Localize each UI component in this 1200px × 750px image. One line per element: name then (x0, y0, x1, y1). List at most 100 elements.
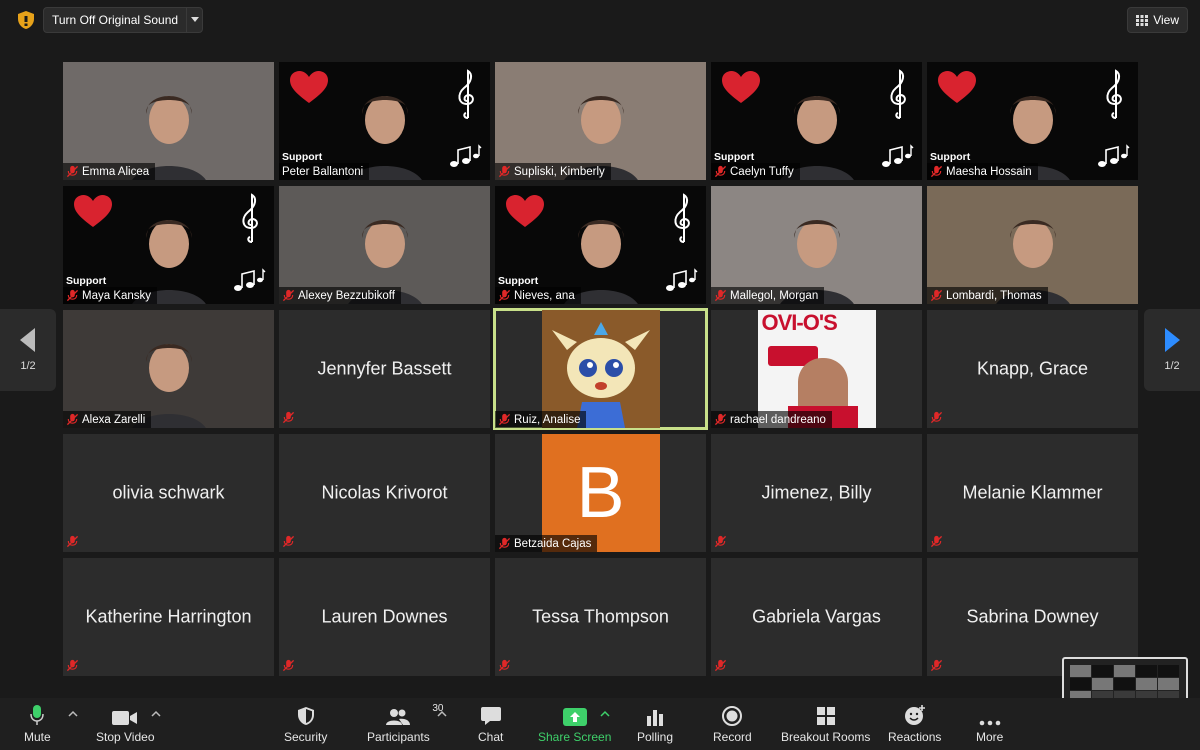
participant-name-tag: Emma Alicea (63, 163, 156, 180)
participant-tile-jimenez-billy[interactable]: Jimenez, Billy (711, 434, 922, 552)
participants-button[interactable]: 30 Participants (367, 703, 443, 744)
stop-video-button[interactable]: Stop Video (96, 704, 155, 744)
participant-name-tag: Caelyn Tuffy (711, 163, 800, 180)
participant-tile-melanie-klammer[interactable]: Melanie Klammer (927, 434, 1138, 552)
shield-icon[interactable] (16, 10, 36, 30)
muted-microphone-icon (66, 413, 79, 426)
muted-microphone-icon (714, 535, 728, 549)
participant-display-name: Jimenez, Billy (761, 482, 872, 503)
meeting-toolbar: Mute Stop Video Security 30 Participants… (0, 698, 1200, 750)
participant-tile-peter-ballantoni[interactable]: Support Peter Ballantoni (279, 62, 490, 180)
muted-microphone-icon (930, 289, 943, 302)
music-logo-heart (74, 195, 112, 227)
breakout-rooms-button[interactable]: Breakout Rooms (781, 704, 870, 744)
participant-name: Ruiz, Analise (514, 413, 581, 426)
participant-tile-lauren-downes[interactable]: Lauren Downes (279, 558, 490, 676)
muted-microphone-icon (498, 289, 511, 302)
participant-name: Nieves, ana (514, 289, 575, 302)
participant-tile-caelyn-tuffy[interactable]: Support Caelyn Tuffy (711, 62, 922, 180)
participant-name: Maya Kansky (82, 289, 152, 302)
original-sound-button[interactable]: Turn Off Original Sound (43, 7, 204, 33)
participant-name: Peter Ballantoni (282, 165, 364, 178)
polling-label: Polling (637, 730, 674, 744)
avatar-letter: B (576, 453, 625, 533)
chevron-up-icon[interactable] (437, 710, 447, 718)
record-button[interactable]: Record (713, 704, 752, 744)
participant-tile-rachael-dandreano[interactable]: OVI-O'S rachael dandreano (711, 310, 922, 428)
participant-tile-nieves-ana[interactable]: Support Nieves, ana (495, 186, 706, 304)
arrow-left-icon (20, 328, 35, 352)
participant-display-name: Knapp, Grace (976, 358, 1089, 379)
participant-tile-nicolas-krivorot[interactable]: Nicolas Krivorot (279, 434, 490, 552)
muted-microphone-icon (498, 165, 511, 178)
participant-tile-knapp-grace[interactable]: Knapp, Grace (927, 310, 1138, 428)
participant-tile-lombardi-thomas[interactable]: Lombardi, Thomas (927, 186, 1138, 304)
muted-microphone-icon (282, 289, 295, 302)
participant-tile-supliski-kimberly[interactable]: Supliski, Kimberly (495, 62, 706, 180)
participant-tile-tessa-thompson[interactable]: Tessa Thompson (495, 558, 706, 676)
chat-button[interactable]: Chat (478, 704, 503, 744)
participant-tile-gabriela-vargas[interactable]: Gabriela Vargas (711, 558, 922, 676)
muted-microphone-icon (714, 659, 728, 673)
participant-tile-katherine-harrington[interactable]: Katherine Harrington (63, 558, 274, 676)
reactions-label: Reactions (888, 730, 942, 744)
treble-clef-icon (242, 193, 258, 243)
participant-tile-mallegol-morgan[interactable]: Mallegol, Morgan (711, 186, 922, 304)
participant-tile-maya-kansky[interactable]: Support Maya Kansky (63, 186, 274, 304)
participant-name-tag: Maesha Hossain (927, 163, 1038, 180)
muted-microphone-icon (714, 289, 727, 302)
participant-tile-jennyfer-bassett[interactable]: Jennyfer Bassett (279, 310, 490, 428)
polling-button[interactable]: Polling (637, 704, 673, 744)
participant-display-name: Gabriela Vargas (752, 606, 881, 627)
chevron-up-icon[interactable] (600, 710, 610, 718)
reactions-button[interactable]: Reactions (888, 704, 941, 744)
record-icon (722, 706, 743, 726)
participants-label: Participants (367, 730, 430, 744)
more-button[interactable]: More (976, 704, 1003, 744)
treble-clef-icon (458, 69, 474, 119)
participant-name: rachael dandreano (730, 413, 826, 426)
participant-display-name: Jennyfer Bassett (317, 358, 452, 379)
muted-microphone-icon (930, 411, 944, 425)
previous-page-button[interactable]: 1/2 (0, 309, 56, 391)
participant-tile-betzaida-cajas[interactable]: B Betzaida Cajas (495, 434, 706, 552)
next-page-button[interactable]: 1/2 (1144, 309, 1200, 391)
participant-tile-emma-alicea[interactable]: Emma Alicea (63, 62, 274, 180)
muted-microphone-icon (930, 165, 943, 178)
thumbnail-cell (1114, 678, 1135, 690)
participant-name-tag: Alexey Bezzubikoff (279, 287, 401, 304)
participant-tile-alexa-zarelli[interactable]: Alexa Zarelli (63, 310, 274, 428)
participant-tile-maesha-hossain[interactable]: Support Maesha Hossain (927, 62, 1138, 180)
music-notes-icon (1098, 144, 1130, 167)
participant-display-name: Melanie Klammer (962, 482, 1103, 503)
security-button[interactable]: Security (284, 704, 327, 744)
original-sound-label[interactable]: Turn Off Original Sound (44, 8, 186, 32)
participant-display-name: Lauren Downes (321, 606, 448, 627)
music-notes-icon (234, 268, 266, 291)
chat-label: Chat (478, 730, 504, 744)
participant-name-tag: Ruiz, Analise (495, 411, 587, 428)
music-notes-icon (450, 144, 482, 167)
support-label: Support (66, 275, 107, 287)
chat-bubble-icon (480, 707, 501, 725)
muted-microphone-icon (930, 659, 944, 673)
participant-name: Emma Alicea (82, 165, 150, 178)
chevron-up-icon[interactable] (151, 710, 161, 718)
participant-tile-ruiz-analise[interactable]: Ruiz, Analise (493, 308, 708, 430)
participant-tile-olivia-schwark[interactable]: olivia schwark (63, 434, 274, 552)
top-bar: Turn Off Original Sound View (0, 0, 1200, 40)
mute-button[interactable]: Mute (24, 704, 51, 744)
view-label: View (1153, 13, 1179, 27)
music-logo-heart (938, 71, 976, 103)
mute-label: Mute (24, 730, 51, 744)
participant-tile-alexey-bezzubikoff[interactable]: Alexey Bezzubikoff (279, 186, 490, 304)
music-notes-icon (666, 268, 698, 291)
smiley-plus-icon (904, 705, 925, 725)
view-button[interactable]: View (1127, 7, 1188, 33)
chevron-up-icon[interactable] (68, 710, 78, 718)
chevron-down-icon[interactable] (186, 8, 202, 32)
thumbnail-cell (1092, 665, 1113, 677)
more-label: More (976, 730, 1004, 744)
support-label: Support (930, 151, 971, 163)
participant-name-tag: Maya Kansky (63, 287, 158, 304)
